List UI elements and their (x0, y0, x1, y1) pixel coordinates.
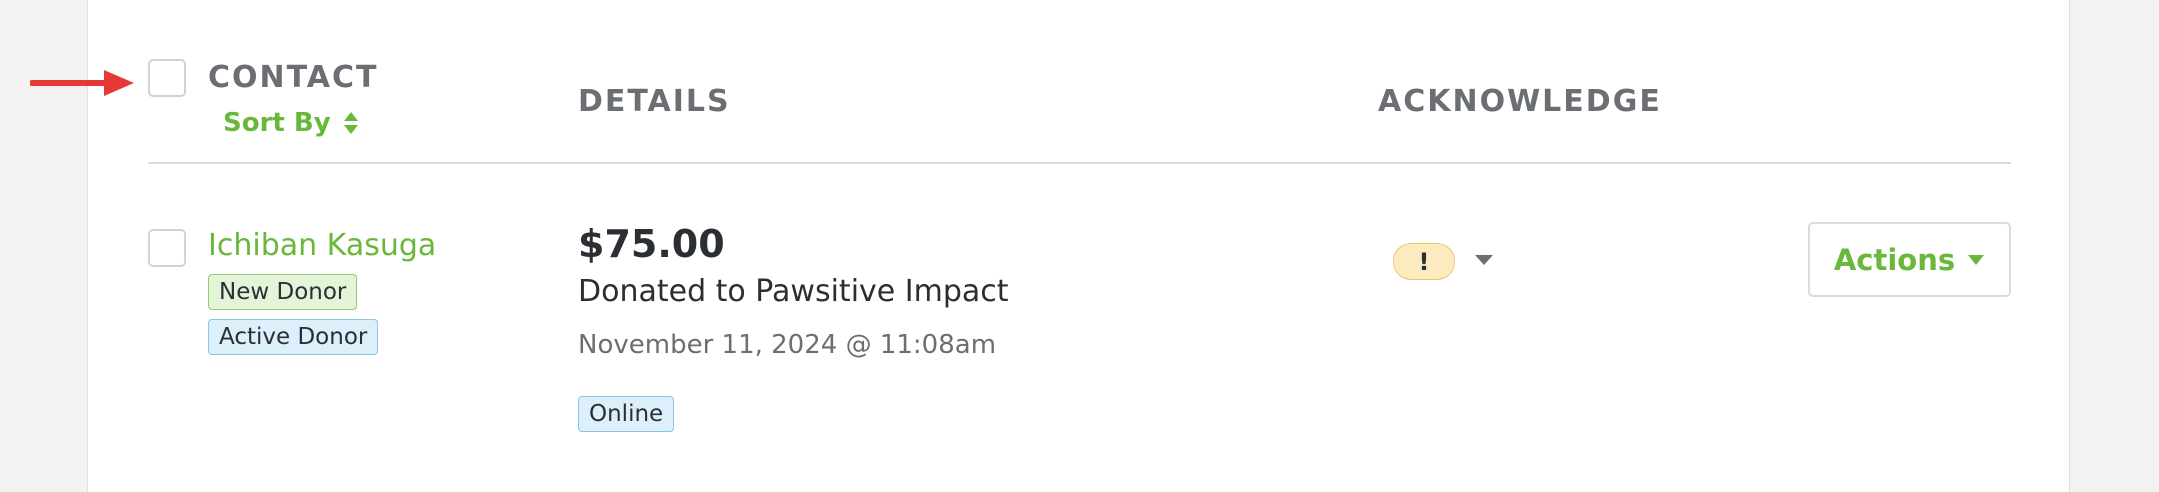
header-divider (148, 162, 2011, 164)
caret-down-icon (1968, 254, 1985, 265)
actions-label: Actions (1833, 242, 1956, 277)
row-checkbox[interactable] (148, 229, 186, 267)
red-arrow-icon (30, 70, 134, 96)
sort-by-label: Sort By (223, 108, 331, 138)
sort-icon (343, 112, 358, 134)
donation-description: Donated to Pawsitive Impact (578, 274, 1009, 309)
active-donor-badge: Active Donor (208, 319, 379, 355)
actions-button[interactable]: Actions (1808, 222, 2011, 297)
new-donor-badge: New Donor (208, 274, 358, 310)
select-all-checkbox[interactable] (148, 59, 186, 97)
contact-column-header: CONTACT (208, 60, 379, 95)
details-column-header: DETAILS (578, 84, 731, 119)
acknowledge-status-badge[interactable]: ! (1393, 243, 1455, 280)
donation-date: November 11, 2024 @ 11:08am (578, 330, 997, 360)
sort-by-button[interactable]: Sort By (223, 108, 359, 138)
donation-amount: $75.00 (578, 222, 725, 266)
channel-badge: Online (578, 396, 675, 432)
acknowledge-column-header: ACKNOWLEDGE (1378, 84, 1662, 119)
caret-down-icon[interactable] (1474, 253, 1494, 267)
contact-name-link[interactable]: Ichiban Kasuga (208, 228, 436, 263)
